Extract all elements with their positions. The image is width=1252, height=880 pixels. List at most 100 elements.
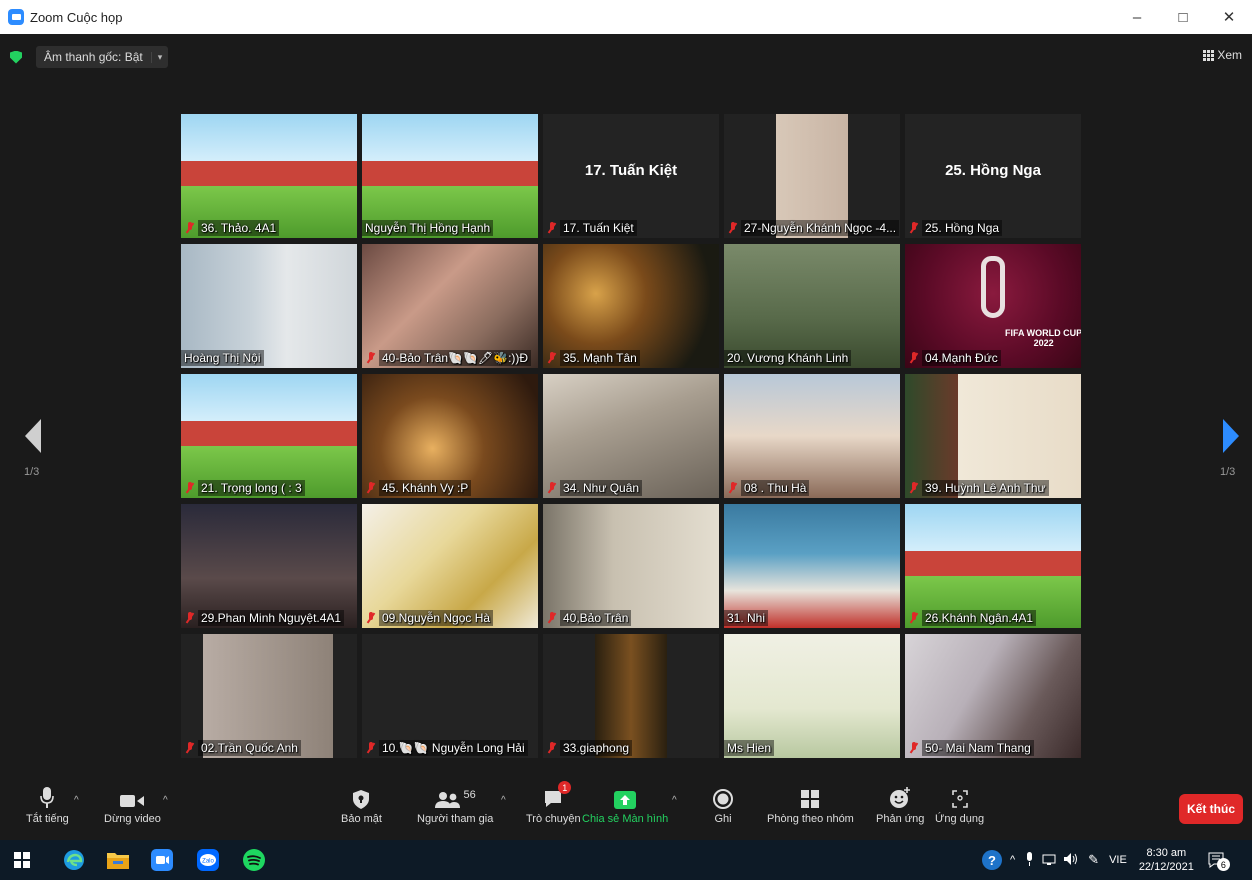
muted-microphone-icon bbox=[547, 221, 557, 235]
participant-name-tag: 40,Bảo Trân bbox=[543, 610, 632, 626]
meeting-area: Âm thanh gốc: Bật ▾ Xem 1/3 1/3 36. Thảo… bbox=[0, 34, 1252, 779]
participant-name-tag: 10.🐚🐚 Nguyễn Long Hải bbox=[362, 740, 528, 756]
apps-label[interactable]: Ứng dụng bbox=[935, 813, 984, 825]
participant-video-tile[interactable]: 50- Mai Nam Thang bbox=[905, 634, 1081, 758]
participant-video-tile[interactable]: 40,Bảo Trân bbox=[543, 504, 719, 628]
original-sound-label[interactable]: Âm thanh gốc: Bật bbox=[36, 50, 151, 64]
zoom-app-icon[interactable] bbox=[150, 848, 174, 872]
participant-video-tile[interactable]: 09.Nguyễn Ngọc Hà bbox=[362, 504, 538, 628]
muted-microphone-icon bbox=[728, 221, 738, 235]
participant-video-tile[interactable]: 45. Khánh Vy :P bbox=[362, 374, 538, 498]
chevron-down-icon[interactable]: ▾ bbox=[150, 51, 169, 63]
zalo-label: Zalo bbox=[202, 859, 214, 865]
reactions-button[interactable]: Phản ứng bbox=[876, 779, 924, 839]
security-label[interactable]: Bảo mật bbox=[341, 813, 382, 825]
volume-tray-icon[interactable] bbox=[1064, 852, 1078, 868]
participant-name-tag: 34. Như Quân bbox=[543, 480, 643, 496]
minimize-button[interactable]: – bbox=[1114, 0, 1160, 34]
muted-microphone-icon bbox=[185, 481, 195, 495]
share-screen-label[interactable]: Chia sẻ Màn hình bbox=[582, 813, 668, 825]
participant-name-tag: 31. Nhi bbox=[724, 610, 769, 626]
participant-video-tile[interactable]: Nguyễn Thị Hồng Hạnh bbox=[362, 114, 538, 238]
pen-tray-icon[interactable]: ✎ bbox=[1088, 852, 1099, 868]
participant-video-tile[interactable]: 31. Nhi bbox=[724, 504, 900, 628]
participants-label[interactable]: Người tham gia bbox=[417, 813, 493, 825]
muted-microphone-icon bbox=[909, 221, 919, 235]
participant-video-tile[interactable]: 02.Trần Quốc Anh bbox=[181, 634, 357, 758]
network-tray-icon[interactable] bbox=[1042, 853, 1056, 868]
participant-name-tag: 20. Vương Khánh Linh bbox=[724, 350, 852, 366]
mute-options-chevron-icon[interactable]: ^ bbox=[74, 795, 79, 806]
chat-button[interactable]: 1 Trò chuyện bbox=[526, 779, 581, 839]
participant-name: Ms Hien bbox=[724, 740, 775, 756]
participant-video-tile[interactable]: 08 . Thu Hà bbox=[724, 374, 900, 498]
record-label[interactable]: Ghi bbox=[714, 813, 731, 825]
show-hidden-icons-chevron-icon[interactable]: ^ bbox=[1010, 854, 1015, 866]
video-options-chevron-icon[interactable]: ^ bbox=[163, 795, 168, 806]
restore-button[interactable]: □ bbox=[1160, 0, 1206, 34]
notifications-icon[interactable]: 6 bbox=[1208, 852, 1230, 871]
previous-page-arrow-icon[interactable] bbox=[25, 419, 41, 453]
breakout-rooms-icon bbox=[801, 790, 820, 808]
participant-video-tile[interactable]: 36. Thảo. 4A1 bbox=[181, 114, 357, 238]
page-indicator-left: 1/3 bbox=[24, 466, 40, 478]
participant-video-tile[interactable]: FIFA WORLD CUP 2022 04.Mạnh Đức bbox=[905, 244, 1081, 368]
muted-microphone-icon bbox=[547, 481, 557, 495]
muted-microphone-icon bbox=[185, 741, 195, 755]
participant-video-tile[interactable]: 40-Bảo Trân🐚🐚🖊🐝:))Đ bbox=[362, 244, 538, 368]
view-button[interactable]: Xem bbox=[1203, 48, 1242, 62]
record-icon bbox=[713, 789, 733, 809]
stop-video-button[interactable]: Dừng video bbox=[104, 779, 161, 839]
original-sound-toggle[interactable]: Âm thanh gốc: Bật ▾ bbox=[36, 46, 169, 68]
input-language[interactable]: VIE bbox=[1109, 854, 1127, 866]
participants-button[interactable]: 56 Người tham gia bbox=[417, 779, 493, 839]
mute-label[interactable]: Tắt tiếng bbox=[26, 813, 69, 825]
participant-video-tile[interactable]: 29.Phan Minh Nguyệt.4A1 bbox=[181, 504, 357, 628]
participant-video-tile[interactable]: 25. Hồng Nga 25. Hồng Nga bbox=[905, 114, 1081, 238]
breakout-rooms-label[interactable]: Phòng theo nhóm bbox=[767, 813, 854, 825]
participant-name: 35. Mạnh Tân bbox=[560, 350, 640, 366]
participant-video-tile[interactable]: Hoàng Thị Nội bbox=[181, 244, 357, 368]
participant-video-tile[interactable]: 33.giaphong bbox=[543, 634, 719, 758]
end-meeting-button[interactable]: Kết thúc bbox=[1179, 794, 1243, 824]
clock-time: 8:30 am bbox=[1146, 847, 1187, 859]
apps-button[interactable]: Ứng dụng bbox=[935, 779, 984, 839]
participant-video-tile[interactable]: 17. Tuấn Kiệt 17. Tuấn Kiệt bbox=[543, 114, 719, 238]
edge-browser-icon[interactable] bbox=[62, 848, 86, 872]
chat-label[interactable]: Trò chuyện bbox=[526, 813, 581, 825]
participant-video-tile[interactable]: 39. Huỳnh Lê Anh Thư bbox=[905, 374, 1081, 498]
breakout-rooms-button[interactable]: Phòng theo nhóm bbox=[767, 779, 854, 839]
encryption-shield-icon[interactable] bbox=[10, 50, 22, 64]
stop-video-label[interactable]: Dừng video bbox=[104, 813, 161, 825]
participant-video-tile[interactable]: 34. Như Quân bbox=[543, 374, 719, 498]
participant-name: 21. Trọng long ( : 3 bbox=[198, 480, 305, 496]
participant-video-tile[interactable]: 26.Khánh Ngân.4A1 bbox=[905, 504, 1081, 628]
help-icon[interactable]: ? bbox=[982, 850, 1002, 870]
next-page-arrow-icon[interactable] bbox=[1223, 419, 1239, 453]
file-explorer-icon[interactable] bbox=[106, 848, 130, 872]
participant-video-tile[interactable]: 35. Mạnh Tân bbox=[543, 244, 719, 368]
share-screen-button[interactable]: Chia sẻ Màn hình bbox=[582, 779, 668, 839]
participant-video-tile[interactable]: 21. Trọng long ( : 3 bbox=[181, 374, 357, 498]
grid-icon bbox=[1203, 49, 1215, 61]
participant-video-tile[interactable]: 20. Vương Khánh Linh bbox=[724, 244, 900, 368]
participants-options-chevron-icon[interactable]: ^ bbox=[501, 795, 506, 806]
participant-video-tile[interactable]: 10.🐚🐚 Nguyễn Long Hải bbox=[362, 634, 538, 758]
clock[interactable]: 8:30 am 22/12/2021 bbox=[1139, 846, 1194, 874]
windows-start-icon[interactable] bbox=[10, 848, 34, 872]
participant-video-tile[interactable]: 27-Nguyễn Khánh Ngọc -4... bbox=[724, 114, 900, 238]
share-options-chevron-icon[interactable]: ^ bbox=[672, 795, 677, 806]
zalo-app-icon[interactable]: Zalo bbox=[196, 848, 220, 872]
participant-name-tag: 29.Phan Minh Nguyệt.4A1 bbox=[181, 610, 345, 626]
participant-name-tag: 50- Mai Nam Thang bbox=[905, 740, 1034, 756]
participant-video-tile[interactable]: Ms Hien bbox=[724, 634, 900, 758]
security-button[interactable]: Bảo mật bbox=[341, 779, 382, 839]
record-button[interactable]: Ghi bbox=[713, 779, 733, 839]
reactions-label[interactable]: Phản ứng bbox=[876, 813, 924, 825]
spotify-icon[interactable] bbox=[242, 848, 266, 872]
view-label[interactable]: Xem bbox=[1217, 48, 1242, 62]
microphone-tray-icon[interactable] bbox=[1025, 851, 1034, 869]
mute-button[interactable]: Tắt tiếng bbox=[26, 779, 69, 839]
close-button[interactable]: ✕ bbox=[1206, 0, 1252, 34]
muted-microphone-icon bbox=[547, 611, 557, 625]
